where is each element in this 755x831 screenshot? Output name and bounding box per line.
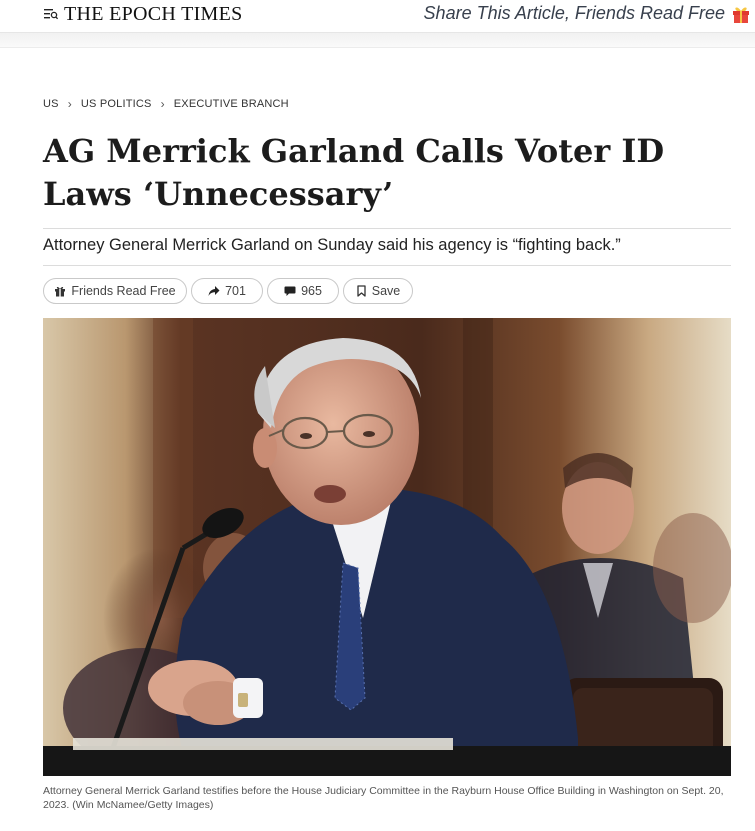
friends-read-free-label: Friends Read Free	[71, 284, 176, 298]
menu-search-icon[interactable]	[44, 8, 58, 20]
site-header: THE EPOCH TIMES Share This Article, Frie…	[0, 0, 755, 30]
comments-button[interactable]: 965	[267, 278, 339, 304]
chevron-right-icon: ›	[160, 97, 165, 111]
comment-count: 965	[301, 284, 322, 298]
site-logo[interactable]: THE EPOCH TIMES	[64, 3, 243, 26]
article-photo[interactable]	[43, 318, 731, 776]
garland-testimony-image	[43, 318, 731, 776]
friends-read-free-button[interactable]: Friends Read Free	[43, 278, 187, 304]
breadcrumb: US › US POLITICS › EXECUTIVE BRANCH	[43, 97, 289, 111]
bookmark-icon	[357, 285, 366, 297]
share-promo-link[interactable]: Share This Article, Friends Read Free	[424, 3, 725, 24]
header-divider	[0, 32, 755, 48]
gift-outline-icon	[55, 287, 66, 297]
photo-caption: Attorney General Merrick Garland testifi…	[43, 785, 724, 811]
article-headline: AG Merrick Garland Calls Voter ID Laws ‘…	[43, 132, 665, 213]
gift-icon[interactable]	[731, 4, 751, 24]
breadcrumb-executive-branch[interactable]: EXECUTIVE BRANCH	[174, 98, 289, 110]
article-actions: Friends Read Free 701 965 Save	[43, 278, 413, 304]
comment-bubble-icon	[284, 286, 296, 296]
dek-divider-bottom	[43, 265, 731, 266]
save-label: Save	[371, 284, 401, 298]
breadcrumb-us[interactable]: US	[43, 98, 59, 110]
share-button[interactable]: 701	[191, 278, 263, 304]
breadcrumb-us-politics[interactable]: US POLITICS	[81, 98, 152, 110]
article-dek: Attorney General Merrick Garland on Sund…	[43, 236, 621, 254]
chevron-right-icon: ›	[67, 97, 72, 111]
share-count: 701	[225, 284, 246, 298]
dek-divider-top	[43, 228, 731, 229]
share-arrow-icon	[208, 286, 220, 296]
save-button[interactable]: Save	[343, 278, 413, 304]
